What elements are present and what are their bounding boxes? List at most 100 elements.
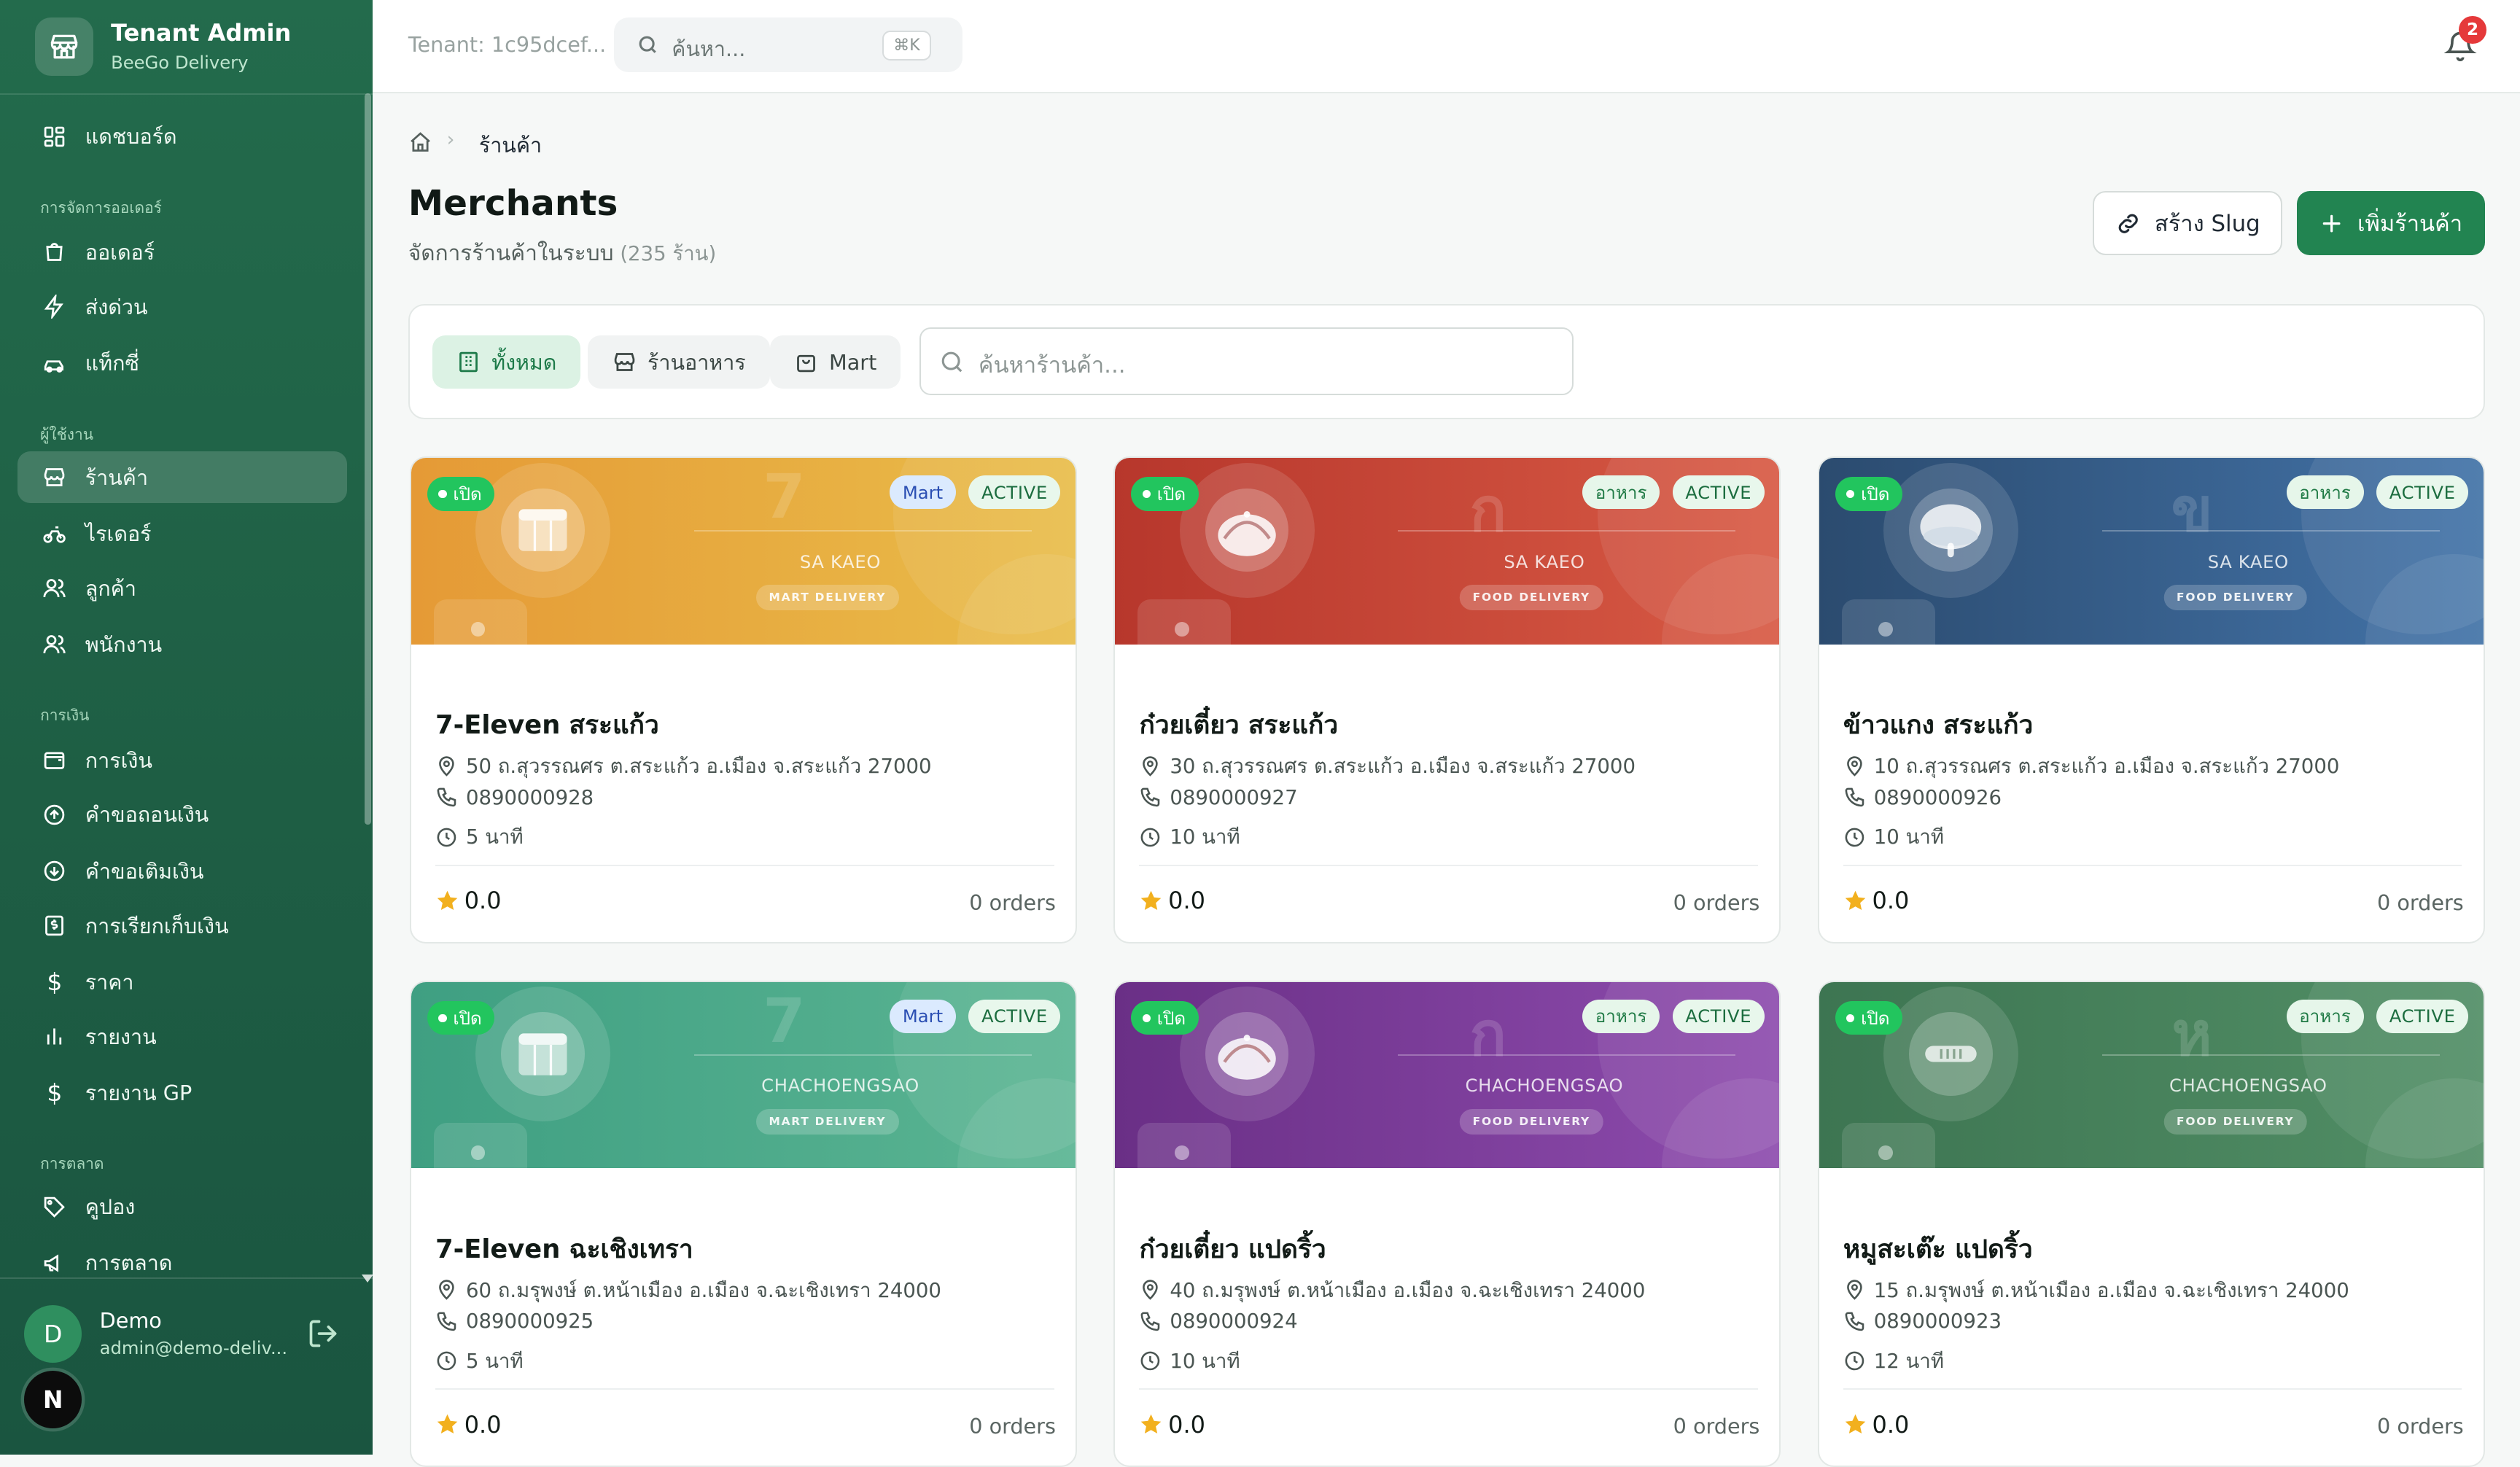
filter-chip-label: ทั้งหมด (491, 346, 556, 379)
app-subtitle: BeeGo Delivery (111, 52, 248, 73)
banner-delivery-label: FOOD DELIVERY (1460, 585, 1603, 610)
phone-icon (1139, 786, 1162, 809)
arrow-down-circle-icon (42, 858, 67, 884)
status-dot-icon (1143, 490, 1151, 498)
sidebar-item-finance[interactable]: การเงิน (18, 734, 347, 786)
filter-chip-mart[interactable]: Mart (770, 335, 901, 389)
sidebar-item-label: คำขอเติมเงิน (85, 855, 204, 888)
create-slug-button[interactable]: สร้าง Slug (2093, 191, 2282, 255)
sidebar-item-coupons[interactable]: คูปอง (18, 1181, 347, 1233)
merchant-card-body: 7-Eleven สระแก้ว 50 ถ.สุวรรณศร ต.สระแก้ว… (411, 645, 1077, 943)
merchant-card-body: หมูสะเต๊ะ แปดริ้ว 15 ถ.มรุพงษ์ ต.หน้าเมื… (1819, 1168, 2485, 1467)
filter-chip-restaurant[interactable]: ร้านอาหาร (588, 335, 769, 389)
filter-chip-all[interactable]: ทั้งหมด (432, 335, 581, 389)
sidebar-item-merchants[interactable]: ร้านค้า (18, 451, 347, 503)
status-dot-icon (438, 490, 446, 498)
merchant-rating-value: 0.0 (464, 887, 502, 914)
merchant-prep-time: 10 นาที (1843, 821, 1944, 853)
merchant-order-count: 0 orders (1673, 1414, 1760, 1439)
merchant-phone-text: 0890000928 (466, 786, 594, 809)
nextjs-badge[interactable]: N (24, 1371, 82, 1428)
merchant-tags: อาหาร ACTIVE (2274, 1000, 2468, 1033)
brand[interactable]: Tenant Admin BeeGo Delivery (0, 0, 373, 95)
logout-icon[interactable] (307, 1318, 339, 1350)
merchant-address: 10 ถ.สุวรรณศร ต.สระแก้ว อ.เมือง จ.สระแก้… (1843, 750, 2340, 782)
merchant-card-2[interactable]: ก SA KAEO FOOD DELIVERY เปิด อาหาร ACTIV… (1113, 456, 1781, 943)
merchant-banner: 7 CHACHOENGSAO MART DELIVERY เปิด Mart A… (411, 982, 1077, 1169)
open-status-label: เปิด (1157, 480, 1186, 508)
sidebar-item-dashboard[interactable]: แดชบอร์ด (18, 111, 347, 163)
avatar[interactable]: D (24, 1305, 82, 1363)
sidebar-item-topups[interactable]: คำขอเติมเงิน (18, 845, 347, 897)
merchant-rating: 0.0 (1843, 887, 1909, 914)
merchant-card-3[interactable]: ข SA KAEO FOOD DELIVERY เปิด อาหาร ACTIV… (1818, 456, 2485, 943)
filter-bar: ทั้งหมด ร้านอาหาร Mart ค้นหาร้านค้า... (408, 304, 2485, 420)
merchant-order-count: 0 orders (1673, 890, 1760, 915)
sidebar-item-label: การเงิน (85, 744, 152, 777)
merchant-card-1[interactable]: 7 SA KAEO MART DELIVERY เปิด Mart ACTIVE… (410, 456, 1077, 943)
merchant-address: 15 ถ.มรุพงษ์ ต.หน้าเมือง อ.เมือง จ.ฉะเชิ… (1843, 1275, 2349, 1307)
merchant-tags: Mart ACTIVE (877, 475, 1061, 509)
merchant-name: 7-Eleven สระแก้ว (435, 704, 659, 745)
search-shortcut: ⌘K (882, 31, 931, 61)
card-divider (1139, 1388, 1758, 1390)
sidebar-item-orders[interactable]: ออเดอร์ (18, 227, 347, 279)
merchant-card-body: ข้าวแกง สระแก้ว 10 ถ.สุวรรณศร ต.สระแก้ว … (1819, 645, 2485, 943)
home-icon[interactable] (408, 131, 432, 155)
user-panel: D Demo admin@demo-deliv... N (0, 1277, 373, 1454)
merchant-card-body: ก๋วยเตี๋ยว แปดริ้ว 40 ถ.มรุพงษ์ ต.หน้าเม… (1115, 1168, 1781, 1467)
zap-icon (42, 294, 67, 319)
receipt-icon (42, 913, 67, 938)
merchant-address-text: 10 ถ.สุวรรณศร ต.สระแก้ว อ.เมือง จ.สระแก้… (1874, 750, 2340, 782)
top-bar: Tenant: 1c95dcef... ค้นหา... ⌘K 2 (373, 0, 2520, 93)
sidebar-item-billing[interactable]: การเรียกเก็บเงิน (18, 900, 347, 952)
add-merchant-label: เพิ่มร้านค้า (2357, 206, 2462, 241)
star-icon (1843, 889, 1867, 913)
merchant-card-5[interactable]: ก CHACHOENGSAO FOOD DELIVERY เปิด อาหาร … (1113, 981, 1781, 1467)
merchant-type-badge: Mart (890, 475, 955, 509)
section-label-marketing: การตลาด (40, 1152, 104, 1176)
sidebar-item-reports[interactable]: รายงาน (18, 1011, 347, 1062)
merchant-card-body: ก๋วยเตี๋ยว สระแก้ว 30 ถ.สุวรรณศร ต.สระแก… (1115, 645, 1781, 943)
sidebar: Tenant Admin BeeGo Delivery แดชบอร์ด การ… (0, 0, 373, 1455)
sidebar-item-gp-report[interactable]: $ รายงาน GP (18, 1067, 347, 1119)
sidebar-item-riders[interactable]: ไรเดอร์ (18, 507, 347, 559)
section-label-finance: การเงิน (40, 704, 89, 728)
merchant-banner: ข SA KAEO FOOD DELIVERY เปิด อาหาร ACTIV… (1819, 458, 2485, 645)
banner-glyph: ก (1448, 985, 1528, 1082)
merchant-rating: 0.0 (1139, 887, 1205, 914)
clock-icon (1843, 826, 1866, 849)
card-divider (1843, 865, 2462, 866)
merchant-rating-value: 0.0 (1872, 1411, 1910, 1439)
merchant-address: 60 ถ.มรุพงษ์ ต.หน้าเมือง อ.เมือง จ.ฉะเชิ… (435, 1275, 941, 1307)
global-search-input[interactable]: ค้นหา... ⌘K (614, 17, 962, 72)
sidebar-scrollbar[interactable] (365, 93, 371, 825)
open-status-badge: เปิด (1131, 1001, 1198, 1035)
banner-city: SA KAEO (694, 551, 987, 572)
status-badge: ACTIVE (1673, 475, 1765, 509)
sidebar-item-withdrawals[interactable]: คำขอถอนเงิน (18, 789, 347, 841)
star-icon (1843, 1412, 1867, 1436)
banner-divider (694, 530, 1032, 532)
card-divider (435, 865, 1054, 866)
sidebar-item-express[interactable]: ส่งด่วน (18, 281, 347, 333)
dashboard-grid-icon (42, 124, 67, 149)
merchant-card-6[interactable]: ห CHACHOENGSAO FOOD DELIVERY เปิด อาหาร … (1818, 981, 2485, 1467)
merchant-tags: Mart ACTIVE (877, 1000, 1061, 1033)
sidebar-item-staff[interactable]: พนักงาน (18, 619, 347, 671)
sidebar-item-taxi[interactable]: แท็กซี่ (18, 338, 347, 389)
sidebar-item-pricing[interactable]: $ ราคา (18, 956, 347, 1008)
merchant-type-badge: อาหาร (2287, 475, 2364, 509)
merchant-phone: 0890000925 (435, 1310, 594, 1333)
banner-delivery-label: MART DELIVERY (756, 585, 899, 610)
clock-icon (1843, 1350, 1866, 1372)
open-status-label: เปิด (1861, 480, 1889, 508)
sidebar-item-label: แท็กซี่ (85, 346, 139, 380)
merchant-card-4[interactable]: 7 CHACHOENGSAO MART DELIVERY เปิด Mart A… (410, 981, 1077, 1467)
add-merchant-button[interactable]: เพิ่มร้านค้า (2297, 191, 2485, 255)
merchant-phone: 0890000923 (1843, 1310, 2002, 1333)
sidebar-item-customers[interactable]: ลูกค้า (18, 562, 347, 614)
merchant-search-input[interactable]: ค้นหาร้านค้า... (919, 327, 1574, 395)
status-badge: ACTIVE (968, 475, 1060, 509)
open-status-badge: เปิด (1835, 477, 1902, 510)
